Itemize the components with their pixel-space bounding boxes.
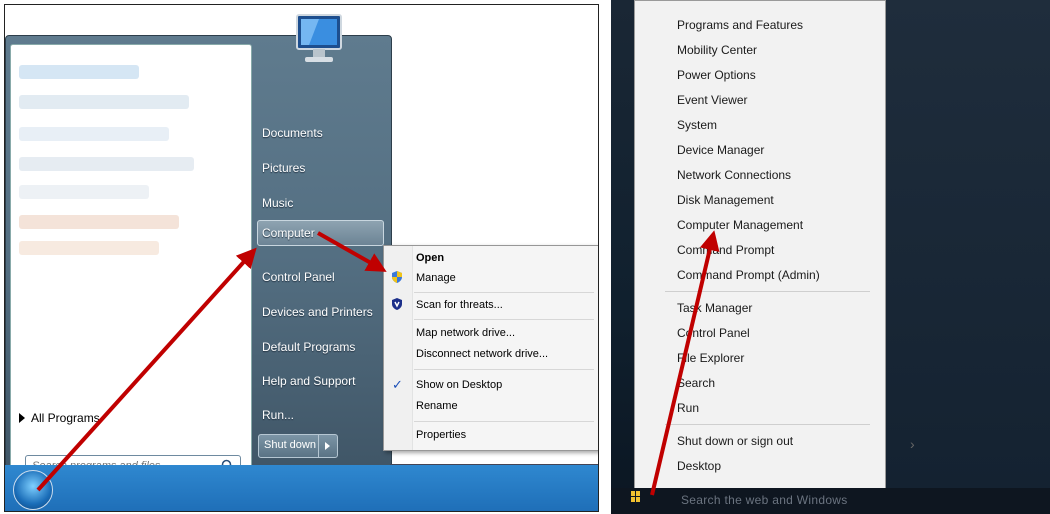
security-shield-icon <box>392 298 402 310</box>
menu-item-file-explorer[interactable]: File Explorer <box>677 351 744 365</box>
menu-separator <box>665 291 870 292</box>
computer-link[interactable]: Computer <box>262 226 315 240</box>
blurred-program-item[interactable] <box>19 95 189 109</box>
shutdown-button[interactable]: Shut down <box>258 434 338 458</box>
computer-context-menu: Open Manage Scan for threats... Map netw… <box>383 245 598 451</box>
all-programs-button[interactable]: All Programs <box>19 411 100 425</box>
menu-separator <box>665 424 870 425</box>
start-orb-button[interactable] <box>13 470 53 510</box>
blurred-program-item[interactable] <box>19 127 169 141</box>
menu-item-disk-management[interactable]: Disk Management <box>677 193 774 207</box>
menu-separator <box>414 421 594 422</box>
menu-separator <box>414 319 594 320</box>
taskbar-search-box[interactable]: Search the web and Windows <box>681 493 848 507</box>
menu-item-programs-and-features[interactable]: Programs and Features <box>677 18 803 32</box>
menu-item-network-connections[interactable]: Network Connections <box>677 168 791 182</box>
blurred-program-item[interactable] <box>19 157 194 171</box>
menu-item-run[interactable]: Run <box>677 401 699 415</box>
menu-item-map-network-drive[interactable]: Map network drive... <box>416 327 515 339</box>
checkmark-icon: ✓ <box>392 377 403 392</box>
menu-item-disconnect-network-drive[interactable]: Disconnect network drive... <box>416 348 548 360</box>
menu-item-scan[interactable]: Scan for threats... <box>416 299 503 311</box>
menu-item-event-viewer[interactable]: Event Viewer <box>677 93 747 107</box>
menu-item-mobility-center[interactable]: Mobility Center <box>677 43 757 57</box>
menu-item-task-manager[interactable]: Task Manager <box>677 301 752 315</box>
blurred-program-item[interactable] <box>19 241 159 255</box>
start-menu-links: Documents Pictures Music Computer Contro… <box>256 44 386 464</box>
blurred-program-item[interactable] <box>19 65 139 79</box>
pictures-link[interactable]: Pictures <box>262 161 305 175</box>
menu-item-rename[interactable]: Rename <box>416 400 458 412</box>
chevron-right-icon: › <box>910 436 915 452</box>
menu-item-search[interactable]: Search <box>677 376 715 390</box>
menu-item-power-options[interactable]: Power Options <box>677 68 756 82</box>
taskbar-divider <box>390 464 598 465</box>
menu-item-desktop[interactable]: Desktop <box>677 459 721 473</box>
run-link[interactable]: Run... <box>262 408 294 422</box>
power-user-menu: Programs and Features Mobility Center Po… <box>634 0 886 490</box>
desktop-background <box>885 0 1050 488</box>
menu-item-manage[interactable]: Manage <box>416 272 456 284</box>
blurred-program-item[interactable] <box>19 185 149 199</box>
menu-item-system[interactable]: System <box>677 118 717 132</box>
start-menu: All Programs Documents Pictures Music Co… <box>5 35 392 477</box>
taskbar <box>5 465 598 511</box>
help-and-support-link[interactable]: Help and Support <box>262 374 355 388</box>
menu-item-show-on-desktop[interactable]: Show on Desktop <box>416 379 502 391</box>
triangle-right-icon <box>19 413 25 423</box>
windows10-screenshot: Programs and Features Mobility Center Po… <box>611 0 1050 514</box>
menu-item-command-prompt-admin[interactable]: Command Prompt (Admin) <box>677 268 820 282</box>
menu-item-properties[interactable]: Properties <box>416 429 466 441</box>
menu-item-shut-down-or-sign-out[interactable]: Shut down or sign out <box>677 434 793 448</box>
menu-item-command-prompt[interactable]: Command Prompt <box>677 243 774 257</box>
menu-item-computer-management[interactable]: Computer Management <box>677 218 803 232</box>
control-panel-link[interactable]: Control Panel <box>262 270 335 284</box>
windows-start-icon[interactable] <box>631 491 641 503</box>
devices-and-printers-link[interactable]: Devices and Printers <box>262 305 373 319</box>
windows7-screenshot: All Programs Documents Pictures Music Co… <box>4 4 599 512</box>
menu-separator <box>414 369 594 370</box>
blurred-program-item[interactable] <box>19 215 179 229</box>
menu-item-device-manager[interactable]: Device Manager <box>677 143 764 157</box>
computer-monitor-icon <box>296 14 342 62</box>
music-link[interactable]: Music <box>262 196 293 210</box>
programs-pane: All Programs <box>10 44 252 477</box>
menu-item-control-panel[interactable]: Control Panel <box>677 326 750 340</box>
default-programs-link[interactable]: Default Programs <box>262 340 355 354</box>
menu-separator <box>414 292 594 293</box>
all-programs-label: All Programs <box>31 411 100 425</box>
uac-shield-icon <box>392 271 402 283</box>
shutdown-options-arrow-icon[interactable] <box>318 435 337 457</box>
shutdown-label: Shut down <box>264 439 316 451</box>
documents-link[interactable]: Documents <box>262 126 323 140</box>
menu-item-open[interactable]: Open <box>416 252 444 264</box>
